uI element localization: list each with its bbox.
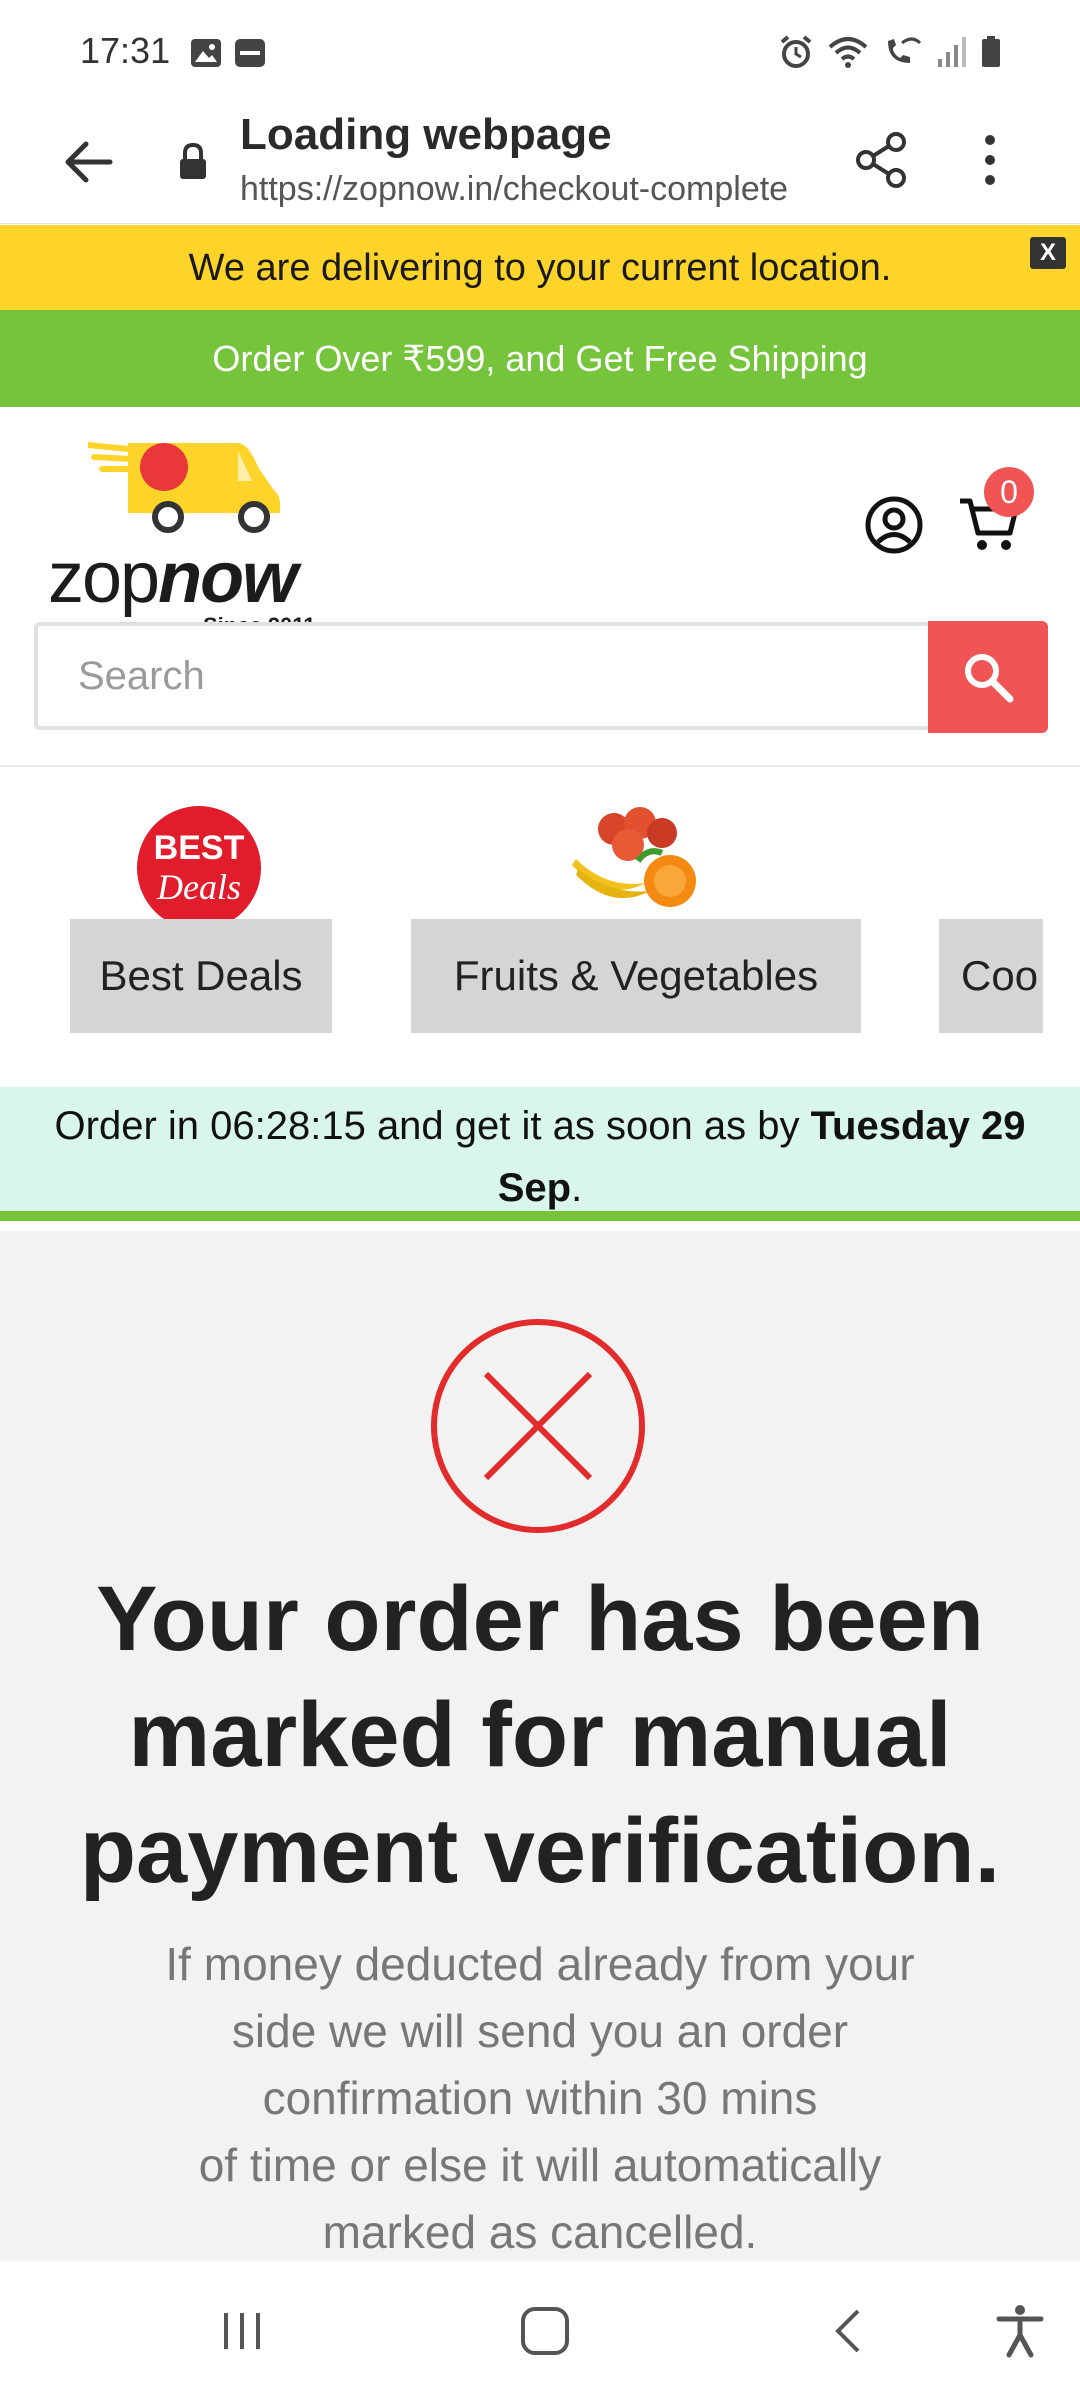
logo-wordmark: zopnow — [48, 538, 298, 618]
category-label: Coo — [939, 919, 1043, 1033]
battery-icon — [982, 36, 1000, 67]
chevron-left-icon — [835, 2309, 860, 2353]
lock-icon — [180, 142, 206, 179]
free-shipping-banner: Order Over ₹599, and Get Free Shipping — [0, 310, 1080, 407]
search-input[interactable] — [78, 626, 918, 726]
signal-icon — [938, 37, 966, 67]
home-icon — [521, 2307, 569, 2355]
delivery-location-banner: We are delivering to your current locati… — [0, 225, 1080, 310]
accessibility-button[interactable] — [980, 2291, 1060, 2371]
badge-deals-text: Deals — [156, 867, 241, 907]
order-status-headline: Your order has been marked for manual pa… — [79, 1568, 1001, 1902]
gallery-icon — [191, 39, 221, 67]
status-bar: 17:31 — [0, 0, 1080, 100]
cart-count-badge: 0 — [984, 467, 1034, 517]
status-icons — [778, 34, 1002, 70]
order-status-subtext: If money deducted already from your side… — [165, 1938, 915, 2258]
share-button[interactable] — [850, 128, 914, 192]
delivery-timer-bar: Order in 06:28:15 and get it as soon as … — [0, 1087, 1080, 1221]
category-partial[interactable]: Coo — [939, 769, 1043, 1059]
fruits-icon — [572, 807, 696, 907]
category-best-deals[interactable]: BEST Deals Best Deals — [70, 769, 332, 1059]
account-icon[interactable] — [864, 495, 924, 555]
share-icon — [856, 132, 906, 188]
search-button[interactable] — [928, 621, 1048, 733]
category-fruits-vegetables[interactable]: Fruits & Vegetables — [411, 769, 861, 1059]
category-label: Fruits & Vegetables — [411, 919, 861, 1033]
back-button[interactable] — [56, 130, 120, 194]
best-deals-badge: BEST Deals — [137, 806, 261, 930]
home-button[interactable] — [505, 2291, 585, 2371]
delivery-truck-icon — [88, 442, 280, 533]
badge-best-text: BEST — [154, 829, 245, 867]
site-header: zopnow Since 2011 0 — [0, 407, 1080, 767]
wifi-icon — [828, 37, 868, 68]
delivery-timer-text: Order in 06:28:15 and get it as soon as … — [54, 1104, 1026, 1210]
back-nav-button[interactable] — [808, 2291, 888, 2371]
recent-apps-icon — [224, 2313, 260, 2349]
browser-toolbar: Loading webpage https://zopnow.in/checko… — [0, 100, 1080, 224]
category-label: Best Deals — [70, 919, 332, 1033]
paytm-icon — [235, 39, 265, 67]
wifi-calling-icon — [888, 37, 922, 63]
zopnow-logo[interactable]: zopnow Since 2011 — [48, 437, 338, 638]
alarm-icon — [780, 35, 812, 68]
recent-apps-button[interactable] — [202, 2291, 282, 2371]
page-title: Loading webpage — [240, 110, 612, 159]
more-vert-icon — [985, 135, 995, 145]
arrow-left-icon — [65, 141, 113, 183]
accessibility-icon — [996, 2305, 1044, 2358]
system-nav-bar — [0, 2261, 1080, 2400]
search-icon — [965, 654, 1014, 703]
category-carousel: BEST Deals Best Deals Fruits & Vegetable… — [0, 769, 1080, 1087]
search-box — [34, 622, 930, 730]
order-status-panel: Your order has been marked for manual pa… — [0, 1231, 1080, 2261]
status-time: 17:31 — [80, 30, 171, 71]
more-options-button[interactable] — [960, 128, 1020, 192]
close-banner-button[interactable]: X — [1030, 237, 1066, 269]
url-field[interactable]: https://zopnow.in/checkout-complete — [240, 170, 840, 209]
free-shipping-message: Order Over ₹599, and Get Free Shipping — [212, 338, 868, 379]
delivery-message: We are delivering to your current locati… — [188, 247, 892, 289]
failure-x-icon — [431, 1319, 645, 1533]
